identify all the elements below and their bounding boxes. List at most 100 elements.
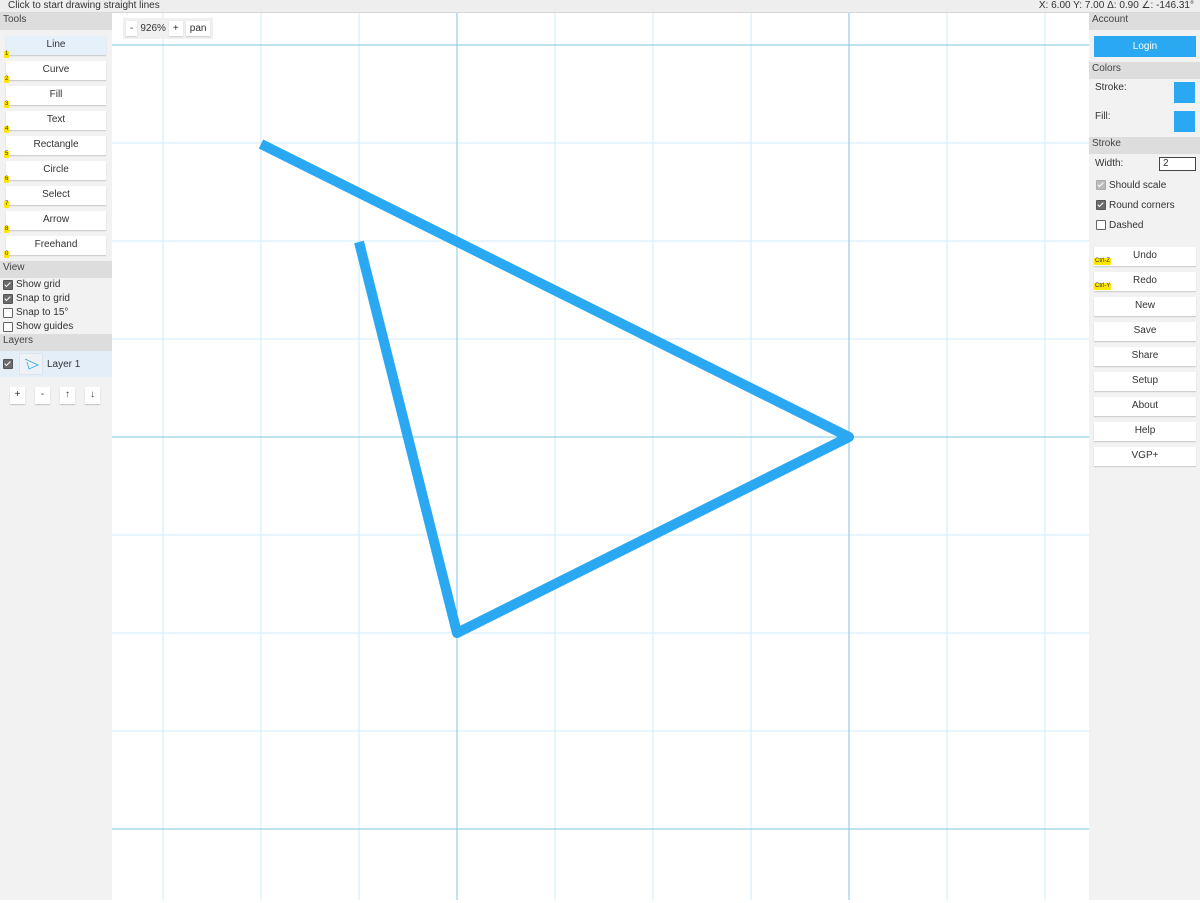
stroke-header: Stroke — [1089, 137, 1200, 154]
show-grid-label: Show grid — [16, 279, 61, 290]
tool-label: Curve — [42, 64, 70, 75]
tool-text-button[interactable]: Text 4 — [4, 111, 106, 133]
layer-visibility-checkbox[interactable] — [3, 359, 13, 369]
remove-layer-button[interactable]: - — [35, 387, 50, 404]
hotkey-badge: 1 — [4, 51, 10, 58]
dashed-toggle[interactable]: Dashed — [1089, 215, 1200, 235]
stroke-color-swatch[interactable] — [1174, 82, 1195, 103]
tool-label: Freehand — [34, 239, 78, 250]
stroke-width-input[interactable]: 2 — [1159, 157, 1196, 171]
undo-label: Undo — [1133, 250, 1157, 261]
tool-select-button[interactable]: Select 7 — [4, 186, 106, 208]
checkbox-unchecked-icon[interactable] — [1096, 220, 1106, 230]
tool-label: Select — [42, 189, 70, 200]
about-button[interactable]: About — [1094, 397, 1196, 416]
round-corners-toggle[interactable]: Round corners — [1089, 195, 1200, 215]
checkbox-checked-icon[interactable] — [3, 280, 13, 290]
should-scale-label: Should scale — [1109, 179, 1167, 191]
account-header: Account — [1089, 13, 1200, 30]
stroke-color-row: Stroke: — [1089, 79, 1200, 108]
hotkey-badge: 4 — [4, 126, 10, 133]
hotkey-badge: 8 — [4, 226, 10, 233]
layer-thumbnail-icon — [24, 358, 39, 370]
login-button[interactable]: Login — [1094, 36, 1196, 57]
right-panel: Account Login Colors Stroke: Fill: Strok… — [1089, 13, 1200, 900]
hotkey-badge: 7 — [4, 201, 10, 208]
checkbox-checked-icon[interactable] — [1096, 200, 1106, 210]
zoom-controls: - 926% + pan — [123, 18, 214, 39]
snap-to-15-label: Snap to 15° — [16, 307, 69, 318]
hotkey-badge: 0 — [4, 251, 10, 258]
zoom-level: 926% — [140, 23, 166, 34]
hotkey-badge: 2 — [4, 76, 10, 83]
checkbox-checked-icon[interactable] — [1096, 180, 1106, 190]
move-layer-down-button[interactable]: ↓ — [85, 387, 100, 404]
status-bar: Click to start drawing straight lines X:… — [0, 0, 1200, 13]
checkbox-checked-icon[interactable] — [3, 294, 13, 304]
pan-button[interactable]: pan — [185, 21, 211, 36]
share-button[interactable]: Share — [1094, 347, 1196, 366]
round-corners-label: Round corners — [1109, 199, 1175, 211]
colors-header: Colors — [1089, 62, 1200, 79]
hotkey-badge: 3 — [4, 101, 10, 108]
hotkey-badge: Ctrl-Z — [1094, 258, 1111, 265]
layers-header: Layers — [0, 334, 112, 351]
layer-controls: + - ↑ ↓ — [0, 387, 112, 404]
tool-label: Rectangle — [33, 139, 79, 150]
tool-circle-button[interactable]: Circle 6 — [4, 161, 106, 183]
tools-header: Tools — [0, 13, 112, 30]
fill-color-row: Fill: — [1089, 108, 1200, 137]
save-button[interactable]: Save — [1094, 322, 1196, 341]
tool-label: Circle — [43, 164, 69, 175]
new-button[interactable]: New — [1094, 297, 1196, 316]
tool-fill-button[interactable]: Fill 3 — [4, 86, 106, 108]
tool-label: Fill — [49, 89, 63, 100]
stroke-color-label: Stroke: — [1095, 82, 1127, 93]
zoom-out-button[interactable]: - — [126, 21, 138, 36]
tool-freehand-button[interactable]: Freehand 0 — [4, 236, 106, 258]
vgp-plus-button[interactable]: VGP+ — [1094, 447, 1196, 466]
checkbox-unchecked-icon[interactable] — [3, 322, 13, 332]
show-grid-toggle[interactable]: Show grid — [0, 278, 112, 292]
stroke-width-label: Width: — [1095, 158, 1124, 169]
tool-label: Line — [46, 39, 66, 50]
coordinate-readout: X: 6.00 Y: 7.00 Δ: 0.90 ∠: -146.31° — [1038, 0, 1194, 11]
tool-label: Arrow — [42, 214, 70, 225]
hotkey-badge: 5 — [4, 151, 10, 158]
stroke-width-row: Width: 2 — [1089, 154, 1200, 175]
layer-name: Layer 1 — [47, 358, 81, 370]
zoom-in-button[interactable]: + — [168, 21, 183, 36]
hotkey-badge: Ctrl-Y — [1094, 283, 1112, 290]
add-layer-button[interactable]: + — [10, 387, 25, 404]
drawing-canvas[interactable] — [112, 13, 1089, 900]
redo-button[interactable]: Redo Ctrl-Y — [1094, 272, 1196, 291]
show-guides-toggle[interactable]: Show guides — [0, 320, 112, 334]
snap-to-grid-toggle[interactable]: Snap to grid — [0, 292, 112, 306]
show-guides-label: Show guides — [16, 321, 74, 332]
move-layer-up-button[interactable]: ↑ — [60, 387, 75, 404]
status-hint: Click to start drawing straight lines — [8, 0, 160, 11]
tool-arrow-button[interactable]: Arrow 8 — [4, 211, 106, 233]
tool-curve-button[interactable]: Curve 2 — [4, 61, 106, 83]
dashed-label: Dashed — [1109, 219, 1144, 231]
snap-to-grid-label: Snap to grid — [16, 293, 70, 304]
setup-button[interactable]: Setup — [1094, 372, 1196, 391]
layer-item[interactable]: Layer 1 — [0, 351, 112, 377]
snap-to-15-toggle[interactable]: Snap to 15° — [0, 306, 112, 320]
hotkey-badge: 6 — [4, 176, 10, 183]
tool-label: Text — [46, 114, 66, 125]
fill-color-label: Fill: — [1095, 111, 1111, 122]
tool-rectangle-button[interactable]: Rectangle 5 — [4, 136, 106, 158]
help-button[interactable]: Help — [1094, 422, 1196, 441]
canvas-svg[interactable] — [112, 13, 1089, 900]
layer-thumbnail — [19, 353, 43, 375]
fill-color-swatch[interactable] — [1174, 111, 1195, 132]
left-panel: Tools Line 1 Curve 2 Fill 3 Text 4 Recta… — [0, 13, 112, 900]
major-grid — [112, 13, 1089, 900]
tool-line-button[interactable]: Line 1 — [4, 36, 106, 58]
minor-grid — [112, 13, 1089, 900]
view-header: View — [0, 261, 112, 278]
undo-button[interactable]: Undo Ctrl-Z — [1094, 247, 1196, 266]
should-scale-toggle[interactable]: Should scale — [1089, 175, 1200, 195]
checkbox-unchecked-icon[interactable] — [3, 308, 13, 318]
